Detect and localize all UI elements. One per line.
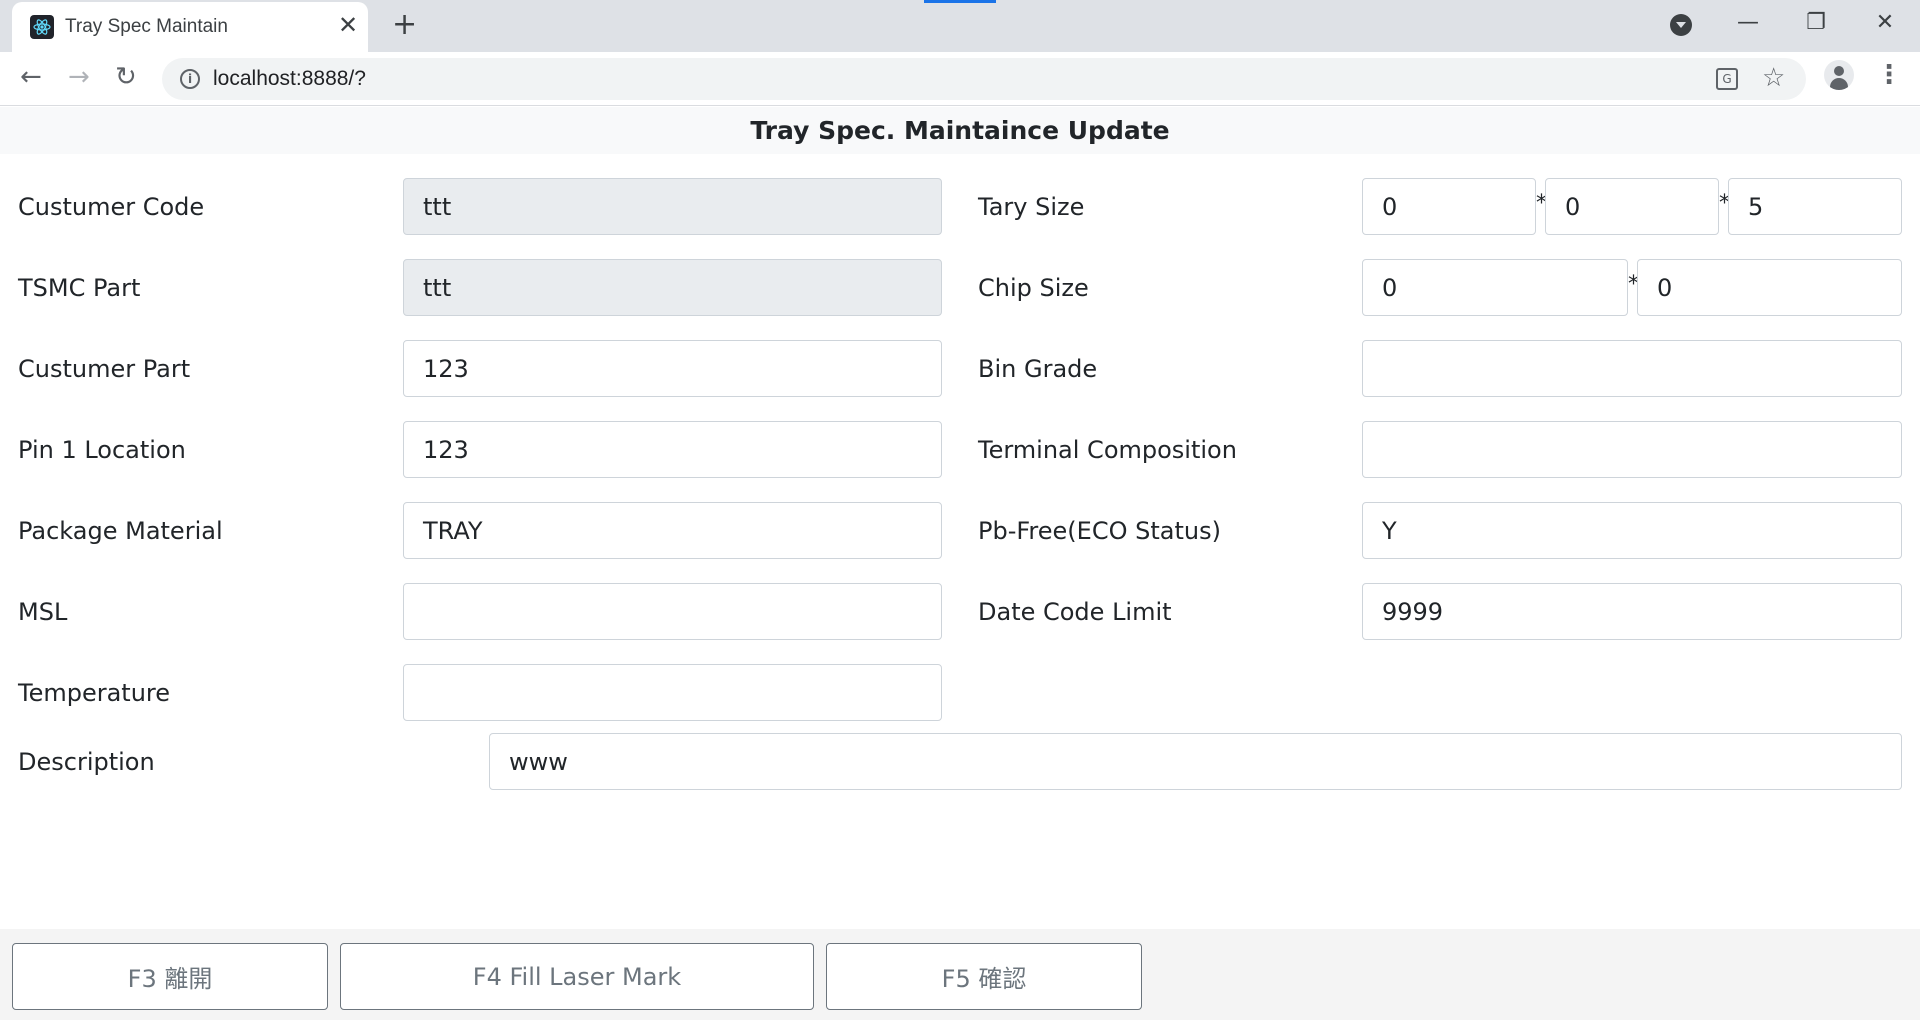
tab-title: Tray Spec Maintain [65, 16, 228, 37]
minimize-icon[interactable]: — [1733, 8, 1763, 38]
date-code-limit-label: Date Code Limit [978, 598, 1172, 626]
site-info-icon[interactable]: i [180, 69, 200, 89]
pin1-location-label: Pin 1 Location [18, 436, 186, 464]
customer-part-label: Custumer Part [18, 355, 191, 383]
footer-bar: F3 離開 F4 Fill Laser Mark F5 確認 [0, 929, 1920, 1020]
page-title: Tray Spec. Maintaince Update [750, 116, 1170, 145]
bin-grade-field[interactable] [1362, 340, 1902, 397]
close-window-icon[interactable]: ✕ [1870, 8, 1900, 38]
package-material-field[interactable]: TRAY [403, 502, 942, 559]
msl-field[interactable] [403, 583, 942, 640]
temperature-label: Temperature [18, 679, 171, 707]
terminal-composition-label: Terminal Composition [978, 436, 1237, 464]
tray-size-y-field[interactable]: 0 [1545, 178, 1719, 235]
tsmc-part-field[interactable]: ttt [403, 259, 942, 316]
description-field[interactable]: www [489, 733, 1902, 790]
exit-button[interactable]: F3 離開 [12, 943, 328, 1010]
loading-indicator [924, 0, 996, 3]
page-content: Tray Spec. Maintaince Update Custumer Co… [0, 107, 1920, 1020]
url-text[interactable]: localhost:8888/? [213, 67, 366, 91]
customer-part-field[interactable]: 123 [403, 340, 942, 397]
tray-size-x-field[interactable]: 0 [1362, 178, 1536, 235]
terminal-composition-field[interactable] [1362, 421, 1902, 478]
menu-kebab-icon[interactable]: ⋮ [1876, 60, 1902, 90]
tray-size-z-field[interactable]: 5 [1728, 178, 1902, 235]
temperature-field[interactable] [403, 664, 942, 721]
chip-size-y-field[interactable]: 0 [1637, 259, 1902, 316]
new-tab-icon[interactable]: + [392, 10, 417, 40]
tab-close-icon[interactable]: ✕ [338, 13, 358, 37]
fill-laser-mark-button[interactable]: F4 Fill Laser Mark [340, 943, 814, 1010]
customer-code-label: Custumer Code [18, 193, 205, 221]
address-toolbar: ← → ↻ i localhost:8888/? G ☆ ⋮ [0, 52, 1920, 106]
tsmc-part-label: TSMC Part [18, 274, 141, 302]
tray-size-label: Tary Size [978, 193, 1085, 221]
description-label: Description [18, 748, 155, 776]
pin1-location-field[interactable]: 123 [403, 421, 942, 478]
browser-tab-strip: Tray Spec Maintain ✕ + — ❐ ✕ [0, 0, 1920, 52]
page-header: Tray Spec. Maintaince Update [0, 107, 1920, 154]
pb-free-field[interactable]: Y [1362, 502, 1902, 559]
bin-grade-label: Bin Grade [978, 355, 1098, 383]
package-material-label: Package Material [18, 517, 223, 545]
translate-icon[interactable]: G [1716, 68, 1738, 90]
react-favicon-icon [30, 15, 54, 39]
bookmark-star-icon[interactable]: ☆ [1762, 63, 1785, 93]
customer-code-field[interactable]: ttt [403, 178, 942, 235]
pb-free-label: Pb-Free(ECO Status) [978, 517, 1221, 545]
tab-search-icon[interactable] [1670, 14, 1692, 36]
reload-icon[interactable]: ↻ [115, 62, 137, 92]
chip-size-x-field[interactable]: 0 [1362, 259, 1628, 316]
date-code-limit-field[interactable]: 9999 [1362, 583, 1902, 640]
back-icon[interactable]: ← [20, 62, 42, 92]
account-icon[interactable] [1824, 60, 1854, 90]
browser-tab[interactable]: Tray Spec Maintain ✕ [12, 2, 368, 52]
omnibox[interactable]: i localhost:8888/? G ☆ [162, 58, 1806, 100]
msl-label: MSL [18, 598, 68, 626]
restore-icon[interactable]: ❐ [1801, 8, 1831, 38]
confirm-button[interactable]: F5 確認 [826, 943, 1142, 1010]
chip-size-label: Chip Size [978, 274, 1089, 302]
forward-icon[interactable]: → [68, 62, 90, 92]
